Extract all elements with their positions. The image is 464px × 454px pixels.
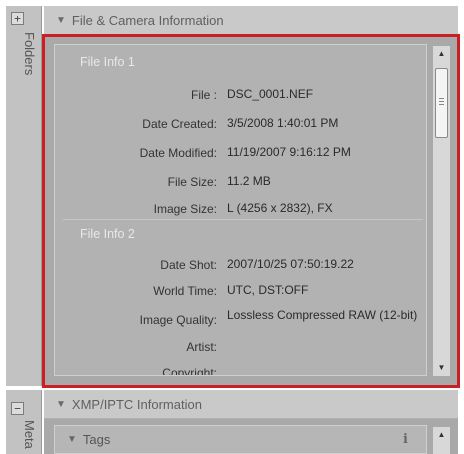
- scroll-down-arrow-icon[interactable]: ▼: [433, 360, 450, 376]
- row-label: Date Shot:: [160, 258, 217, 272]
- collapse-triangle-icon[interactable]: ▼: [56, 399, 66, 410]
- row-label: File :: [190, 88, 217, 102]
- vertical-scrollbar[interactable]: ▲ ▼: [433, 46, 450, 376]
- row-label: Date Modified:: [139, 146, 217, 160]
- row-value: L (4256 x 2832), FX: [227, 201, 333, 215]
- row-label: Image Quality:: [139, 313, 217, 327]
- metadata-tab-label: Meta: [22, 420, 37, 449]
- group-divider: [63, 219, 423, 220]
- group-title-file-info-1: File Info 1: [80, 55, 135, 69]
- collapse-triangle-icon[interactable]: ▼: [67, 434, 77, 445]
- row-label: World Time:: [153, 284, 217, 298]
- grip-line: [439, 104, 444, 105]
- expand-folders-button[interactable]: +: [11, 12, 24, 25]
- folders-tab-label: Folders: [22, 32, 37, 76]
- file-camera-panel: File Info 1 File : DSC_0001.NEF Date Cre…: [44, 36, 458, 386]
- row-label: Artist:: [186, 340, 217, 354]
- row-value: 11.2 MB: [227, 174, 271, 188]
- scrollbar-thumb[interactable]: [435, 68, 448, 138]
- xmp-iptc-panel: ▼ Tags i ▲: [44, 419, 458, 454]
- tags-header[interactable]: ▼ Tags i: [54, 425, 427, 454]
- grip-line: [439, 101, 444, 102]
- scroll-up-arrow-icon[interactable]: ▲: [433, 46, 450, 62]
- tags-title: Tags: [82, 432, 111, 447]
- row-label: Image Size:: [153, 202, 217, 216]
- row-label: File Size:: [167, 175, 217, 189]
- row-value: 11/19/2007 9:16:12 PM: [227, 145, 351, 159]
- row-value: 2007/10/25 07:50:19.22: [227, 257, 354, 271]
- xmp-iptc-header[interactable]: ▼ XMP/IPTC Information: [44, 390, 458, 419]
- row-value: DSC_0001.NEF: [227, 87, 314, 101]
- row-value: UTC, DST:OFF: [227, 283, 309, 297]
- scroll-up-arrow-icon[interactable]: ▲: [433, 427, 450, 454]
- metadata-tab[interactable]: − Meta: [6, 390, 42, 454]
- collapse-metadata-button[interactable]: −: [11, 402, 24, 415]
- grip-line: [439, 98, 444, 99]
- metadata-panel: + Folders − Meta ▼ File & Camera Informa…: [0, 0, 464, 454]
- group-title-file-info-2: File Info 2: [80, 227, 135, 241]
- xmp-iptc-title: XMP/IPTC Information: [71, 396, 202, 412]
- info-icon[interactable]: i: [403, 432, 408, 447]
- collapse-triangle-icon[interactable]: ▼: [56, 15, 66, 26]
- row-value: Lossless Compressed RAW (12-bit): [227, 308, 418, 322]
- row-value: 3/5/2008 1:40:01 PM: [227, 116, 339, 130]
- row-label: Copyright:: [162, 366, 217, 376]
- file-camera-title: File & Camera Information: [71, 13, 224, 28]
- file-camera-header[interactable]: ▼ File & Camera Information: [44, 6, 458, 36]
- row-label: Date Created:: [142, 117, 217, 131]
- file-info-list: File Info 1 File : DSC_0001.NEF Date Cre…: [54, 44, 427, 376]
- folders-tab[interactable]: + Folders: [6, 6, 42, 386]
